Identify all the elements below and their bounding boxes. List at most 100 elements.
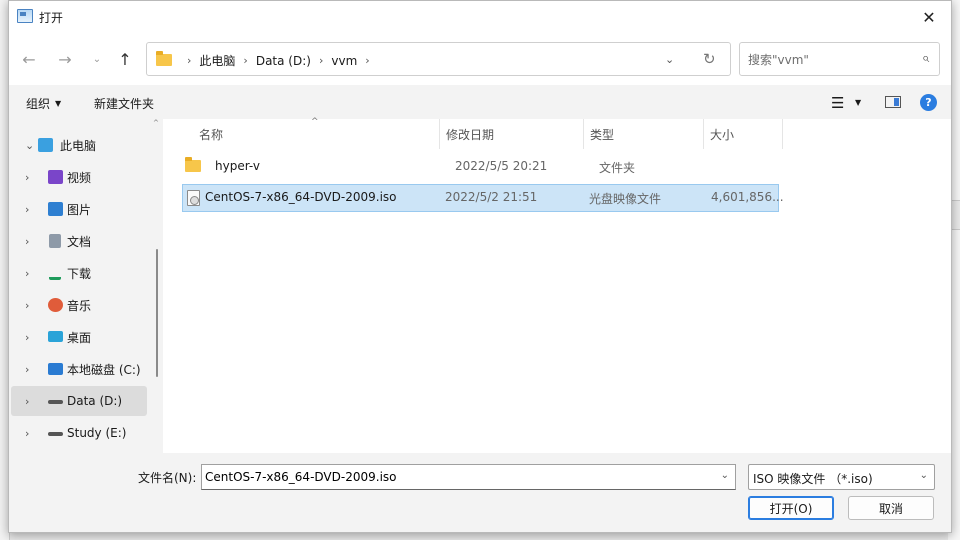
chevron-down-icon[interactable]: ⌄ [721, 470, 729, 481]
new-folder-button[interactable]: 新建文件夹 [94, 95, 154, 112]
forward-arrow-icon[interactable]: → [53, 47, 77, 71]
organize-button[interactable]: 组织 ▼ [26, 95, 61, 112]
tree-item-label: 视频 [67, 170, 92, 185]
documents-icon [49, 234, 61, 248]
column-header-name[interactable]: 名称 [193, 119, 440, 149]
desktop-icon [48, 331, 63, 342]
file-type-value: ISO 映像文件 （*.iso) [753, 472, 873, 486]
breadcrumb: › 此电脑 › Data (D:) › vvm › [179, 52, 378, 69]
navigation-pane: ^ ⌄ 此电脑 › 视频 › 图片 › 文档 › 下载 › 音乐 › 桌面 › … [9, 119, 163, 453]
nav-scroll-up-icon[interactable]: ^ [153, 119, 159, 127]
tree-item-pictures[interactable]: › 图片 [9, 194, 149, 224]
download-icon [49, 266, 61, 280]
chevron-right-icon[interactable]: › [25, 235, 29, 248]
folder-icon [156, 51, 172, 66]
tree-item-documents[interactable]: › 文档 [9, 226, 149, 256]
cancel-button[interactable]: 取消 [848, 496, 934, 520]
refresh-icon[interactable]: ↻ [703, 50, 716, 68]
file-name: hyper-v [215, 159, 260, 173]
pictures-icon [48, 202, 63, 216]
chevron-right-icon[interactable]: › [25, 203, 29, 216]
file-date: 2022/5/2 21:51 [445, 190, 538, 204]
file-list: ^ 名称 修改日期 类型 大小 hyper-v 2022/5/5 20:21 文… [163, 117, 951, 453]
drive-d-icon [48, 400, 63, 404]
chevron-right-icon[interactable]: › [25, 395, 29, 408]
chevron-right-icon[interactable]: › [187, 54, 191, 67]
address-row: ← → ⌄ ↑ › 此电脑 › Data (D:) › vvm › ⌄ ↻ ⌕ [9, 33, 951, 85]
back-arrow-icon[interactable]: ← [17, 47, 41, 71]
tree-item-label: Data (D:) [67, 394, 123, 408]
dialog-app-icon [17, 9, 33, 23]
breadcrumb-vvm[interactable]: vvm [331, 54, 357, 68]
open-button[interactable]: 打开(O) [748, 496, 834, 520]
chevron-right-icon[interactable]: › [25, 363, 29, 376]
file-type: 光盘映像文件 [589, 192, 662, 206]
folder-icon [185, 157, 201, 172]
command-bar: 组织 ▼ 新建文件夹 ☰ ▼ ? [9, 85, 951, 119]
tree-item-videos[interactable]: › 视频 [9, 162, 149, 192]
disc-image-icon [187, 190, 200, 206]
tree-item-drive-c[interactable]: › 本地磁盘 (C:) [9, 354, 149, 384]
address-dropdown-icon[interactable]: ⌄ [665, 53, 674, 66]
file-type-select[interactable]: ISO 映像文件 （*.iso) ⌄ [748, 464, 935, 490]
dialog-title: 打开 [39, 11, 64, 25]
column-header-size[interactable]: 大小 [704, 119, 783, 149]
chevron-down-icon[interactable]: ⌄ [25, 139, 34, 152]
filename-combobox[interactable]: ⌄ [201, 464, 736, 490]
tree-item-label: Study (E:) [67, 426, 127, 440]
tree-item-label: 图片 [67, 202, 92, 217]
tree-item-label: 本地磁盘 (C:) [67, 362, 141, 377]
tree-item-music[interactable]: › 音乐 [9, 290, 149, 320]
chevron-right-icon[interactable]: › [25, 171, 29, 184]
tree-item-label: 下载 [67, 266, 92, 281]
file-row[interactable]: hyper-v 2022/5/5 20:21 文件夹 [182, 153, 779, 181]
chevron-right-icon[interactable]: › [365, 54, 369, 67]
chevron-down-icon[interactable]: ⌄ [920, 470, 928, 481]
help-icon[interactable]: ? [920, 94, 937, 111]
video-icon [48, 170, 63, 184]
chevron-right-icon[interactable]: › [243, 54, 247, 67]
dialog-footer: 文件名(N): ⌄ ISO 映像文件 （*.iso) ⌄ 打开(O) 取消 [9, 453, 951, 532]
column-header-type[interactable]: 类型 [584, 119, 704, 149]
chevron-right-icon[interactable]: › [25, 299, 29, 312]
breadcrumb-data-d[interactable]: Data (D:) [256, 54, 311, 68]
tree-item-label: 文档 [67, 234, 92, 249]
tree-item-drive-e[interactable]: › Study (E:) [9, 418, 149, 448]
nav-pane-scrollbar[interactable] [156, 249, 158, 377]
breadcrumb-this-pc[interactable]: 此电脑 [199, 52, 235, 69]
up-arrow-icon[interactable]: ↑ [113, 47, 137, 71]
preview-pane-icon[interactable] [885, 96, 901, 108]
chevron-right-icon[interactable]: › [25, 427, 29, 440]
tree-item-downloads[interactable]: › 下载 [9, 258, 149, 288]
search-box[interactable]: ⌕ [739, 42, 940, 76]
recent-locations-chevron-icon[interactable]: ⌄ [85, 47, 109, 71]
column-header-date[interactable]: 修改日期 [440, 119, 584, 149]
organize-caret-icon: ▼ [55, 99, 62, 108]
file-type: 文件夹 [599, 161, 636, 175]
chevron-right-icon[interactable]: › [25, 331, 29, 344]
tree-item-label: 桌面 [67, 330, 92, 345]
drive-e-icon [48, 432, 63, 436]
drive-c-icon [48, 363, 63, 375]
tree-item-this-pc[interactable]: ⌄ 此电脑 [9, 130, 149, 160]
tree-item-desktop[interactable]: › 桌面 [9, 322, 149, 352]
close-icon[interactable]: ✕ [907, 1, 951, 33]
search-icon[interactable]: ⌕ [922, 51, 929, 66]
music-icon [48, 298, 63, 312]
view-options-icon[interactable]: ☰ [831, 94, 844, 112]
tree-item-drive-d[interactable]: › Data (D:) [11, 386, 147, 416]
address-bar[interactable]: › 此电脑 › Data (D:) › vvm › ⌄ ↻ [146, 42, 731, 76]
organize-label: 组织 [26, 97, 51, 111]
filename-input[interactable] [205, 469, 705, 485]
open-file-dialog: 打开 ✕ ← → ⌄ ↑ › 此电脑 › Data (D:) › vvm › ⌄… [8, 0, 952, 533]
file-date: 2022/5/5 20:21 [455, 159, 548, 173]
chevron-right-icon[interactable]: › [319, 54, 323, 67]
title-bar: 打开 ✕ [9, 1, 951, 33]
file-size: 4,601,856... [711, 190, 784, 204]
file-row-selected[interactable]: CentOS-7-x86_64-DVD-2009.iso 2022/5/2 21… [182, 184, 784, 212]
view-options-caret-icon[interactable]: ▼ [855, 98, 861, 107]
tree-item-label: 音乐 [67, 298, 92, 313]
tree-item-label: 此电脑 [60, 138, 97, 153]
search-input[interactable] [748, 51, 898, 69]
chevron-right-icon[interactable]: › [25, 267, 29, 280]
